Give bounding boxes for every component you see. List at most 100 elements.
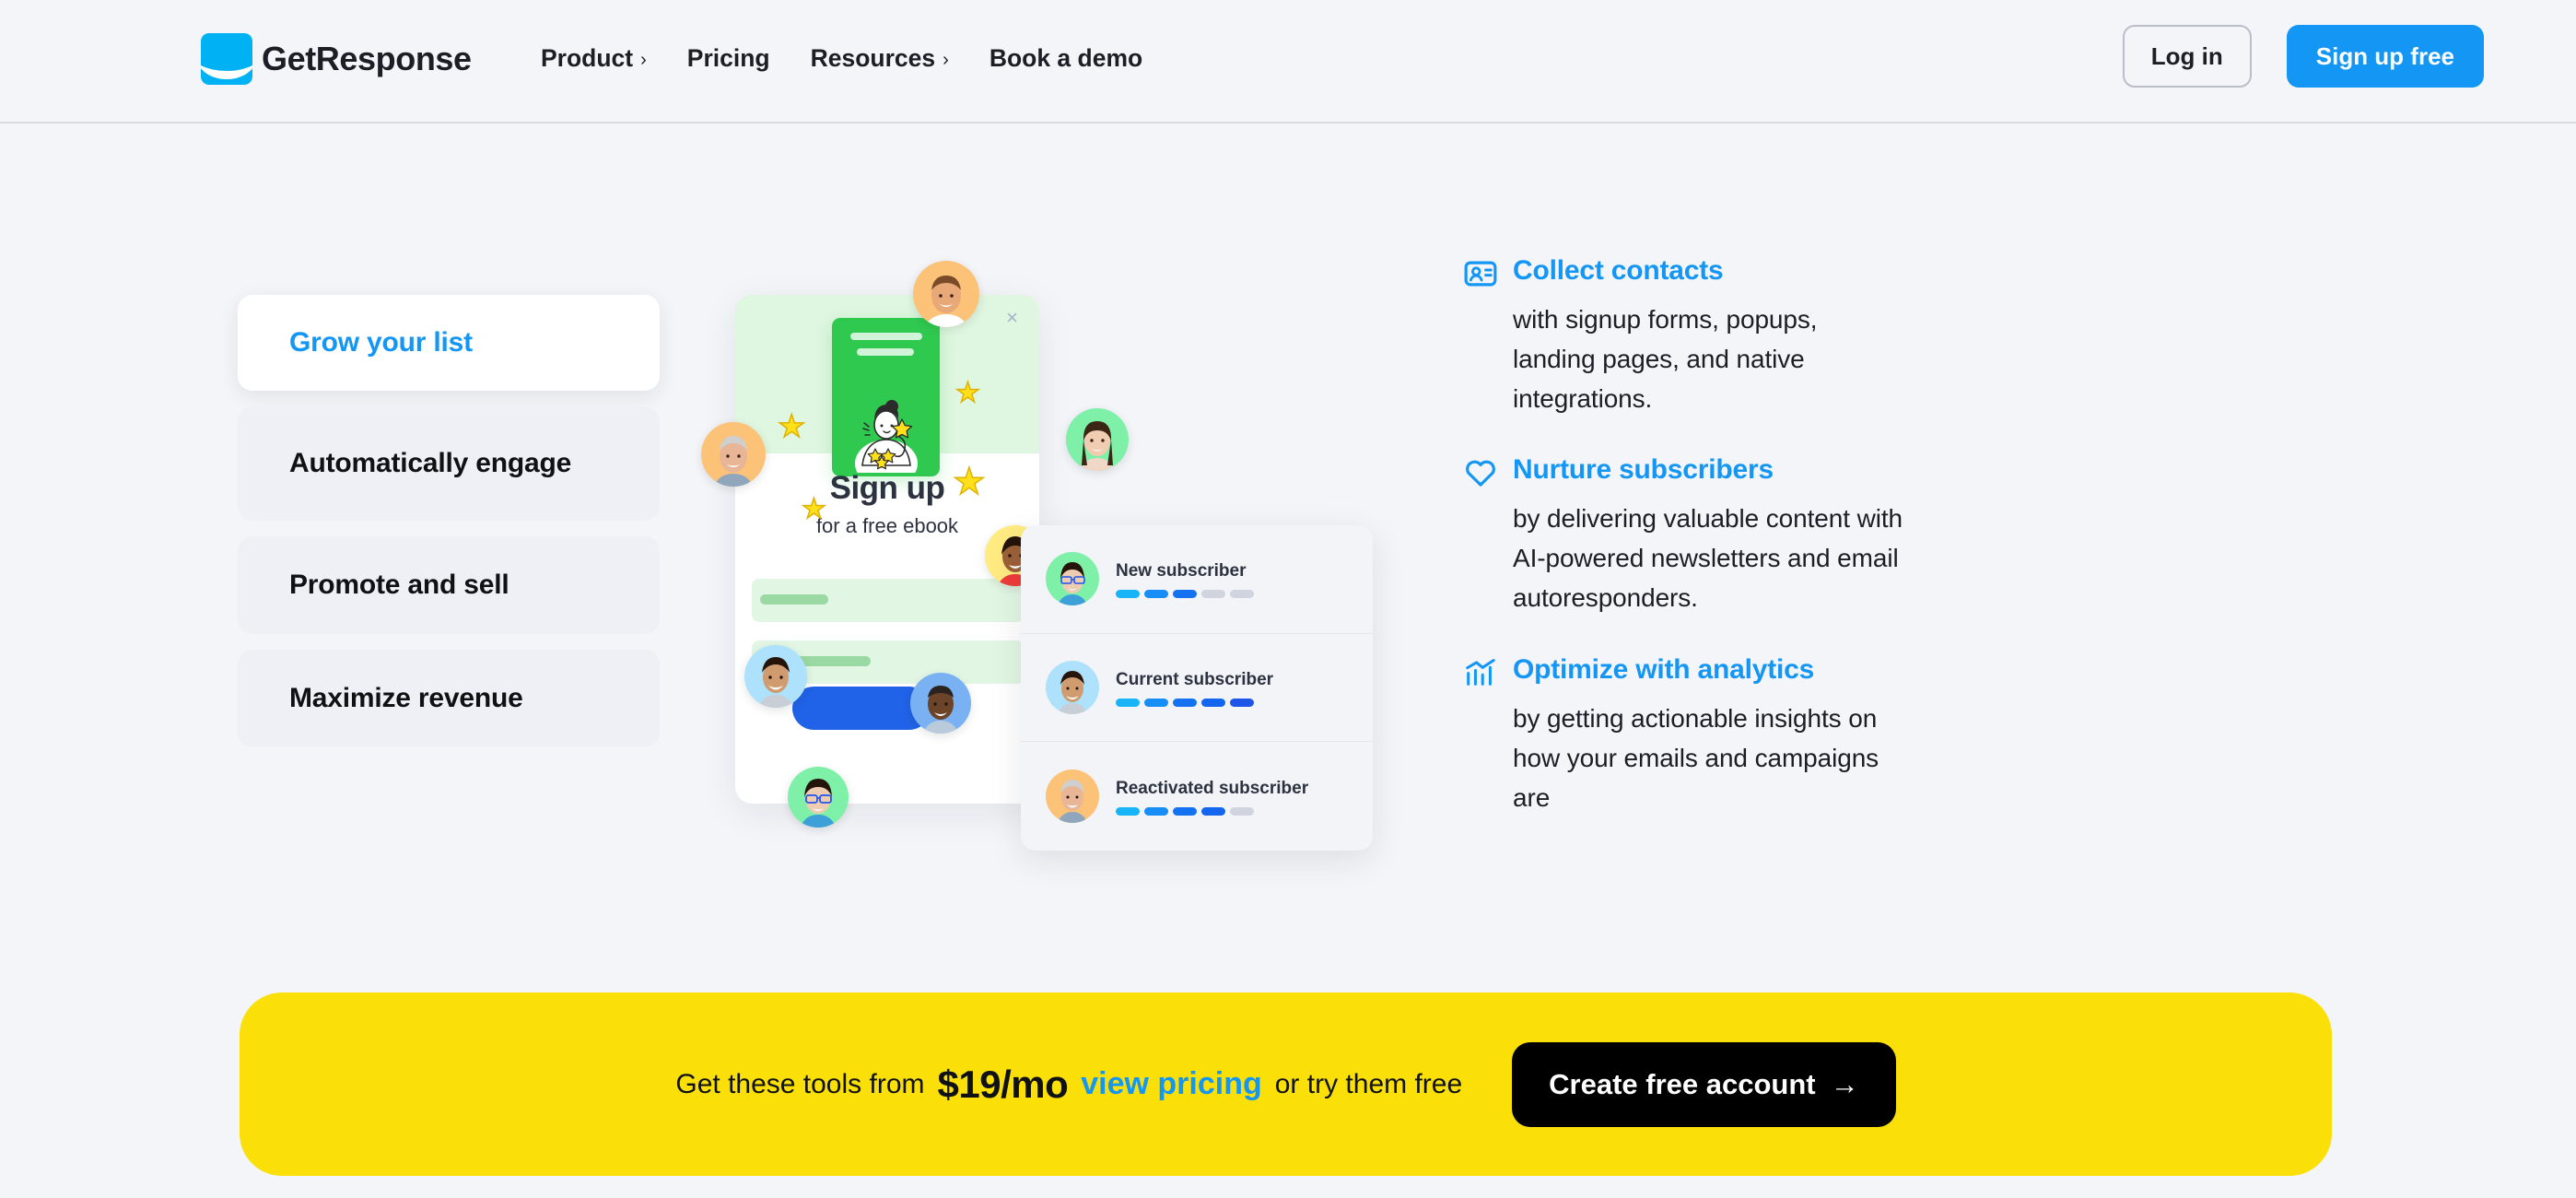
avatar xyxy=(744,645,807,708)
nav-item-product[interactable]: Product › xyxy=(521,37,667,80)
tab-promote-and-sell[interactable]: Promote and sell xyxy=(238,536,660,634)
subscriber-row[interactable]: Reactivated subscriber xyxy=(1021,742,1373,851)
subscriber-row[interactable]: New subscriber xyxy=(1021,525,1373,634)
chevron-right-icon: › xyxy=(943,49,949,70)
avatar-face xyxy=(757,657,794,708)
bar-segment xyxy=(1201,698,1225,707)
engagement-bars xyxy=(1116,590,1254,599)
bar-segment xyxy=(1173,698,1197,707)
avatar xyxy=(1066,408,1129,471)
signup-free-button[interactable]: Sign up free xyxy=(2286,25,2484,88)
close-icon[interactable]: × xyxy=(1006,308,1018,328)
bar-segment xyxy=(1116,698,1140,707)
feature-heading: Optimize with analytics xyxy=(1463,653,1905,690)
view-pricing-link[interactable]: view pricing xyxy=(1081,1066,1262,1102)
placeholder-line xyxy=(857,348,914,356)
avatar xyxy=(788,767,849,828)
bar-segment xyxy=(1144,698,1168,707)
bar-segment xyxy=(1201,590,1225,599)
engagement-bars xyxy=(1116,806,1308,816)
avatar xyxy=(1046,660,1099,714)
bar-segment xyxy=(1116,806,1140,816)
avatar-face xyxy=(924,276,968,327)
star-icon: ★ xyxy=(777,409,806,444)
bar-segment xyxy=(1230,590,1254,599)
placeholder-line xyxy=(850,333,922,340)
bar-segment xyxy=(1116,590,1140,599)
header-actions: Log in Sign up free xyxy=(2122,25,2484,88)
nav-item-pricing[interactable]: Pricing xyxy=(667,37,790,80)
feature-description: by delivering valuable content with AI-p… xyxy=(1513,504,1903,613)
create-free-account-button[interactable]: Create free account → xyxy=(1512,1041,1896,1127)
signup-form-illustration: × Sign up for a free ebook ★ ★ ★ ★ New s… xyxy=(682,240,1419,885)
nav-label: Product xyxy=(541,44,634,72)
star-icon: ★ xyxy=(954,378,980,408)
feature-heading: Nurture subscribers xyxy=(1463,453,1905,490)
person-with-stars-illustration xyxy=(854,400,918,473)
feature-nurture-subscribers: Nurture subscribers by delivering valuab… xyxy=(1463,453,1905,617)
avatar xyxy=(701,422,766,487)
logo[interactable]: GetResponse xyxy=(201,33,472,85)
feature-title: Optimize with analytics xyxy=(1513,653,1815,685)
tab-label: Maximize revenue xyxy=(289,683,523,714)
bottom-cta-bar: Get these tools from $19/mo view pricing… xyxy=(240,992,2332,1176)
cta-suffix-text: or try them free xyxy=(1274,1068,1463,1099)
bar-segment xyxy=(1173,590,1197,599)
logo-text: GetResponse xyxy=(262,40,472,77)
heart-icon xyxy=(1466,461,1495,487)
cta-price: $19/mo xyxy=(937,1062,1069,1106)
tab-maximize-revenue[interactable]: Maximize revenue xyxy=(238,650,660,747)
login-button[interactable]: Log in xyxy=(2122,25,2252,88)
feature-title: Nurture subscribers xyxy=(1513,454,1774,486)
chevron-right-icon: › xyxy=(640,49,647,70)
avatar-face xyxy=(713,436,754,487)
feature-description: with signup forms, popups, landing pages… xyxy=(1513,305,1818,413)
feature-description: by getting actionable insights on how yo… xyxy=(1513,703,1879,812)
nav-item-book-a-demo[interactable]: Book a demo xyxy=(969,37,1163,80)
subscriber-name: Reactivated subscriber xyxy=(1116,778,1309,798)
contact-card-icon xyxy=(1464,261,1497,287)
tab-label: Automatically engage xyxy=(289,448,572,479)
bar-segment xyxy=(1144,590,1168,599)
avatar xyxy=(1046,552,1099,606)
nav-label: Resources xyxy=(810,44,936,72)
site-header: GetResponse Product › Pricing Resources … xyxy=(0,0,2576,123)
avatar xyxy=(1046,769,1099,823)
cta-button-label: Create free account xyxy=(1549,1067,1816,1100)
main-nav: Product › Pricing Resources › Book a dem… xyxy=(521,37,1163,80)
tab-grow-your-list[interactable]: Grow your list xyxy=(238,295,660,391)
ebook-cover-panel xyxy=(832,318,940,476)
subscriber-info: Reactivated subscriber xyxy=(1116,777,1308,816)
feature-collect-contacts: Collect contacts with signup forms, popu… xyxy=(1463,254,1905,418)
avatar-face xyxy=(1079,421,1116,471)
cta-content: Get these tools from $19/mo view pricing… xyxy=(675,1041,1896,1127)
avatar-face xyxy=(800,779,837,828)
cta-prefix-text: Get these tools from xyxy=(675,1068,925,1099)
avatar-face xyxy=(922,686,959,734)
tab-automatically-engage[interactable]: Automatically engage xyxy=(238,406,660,521)
getresponse-envelope-icon xyxy=(201,33,252,85)
nav-label: Pricing xyxy=(686,44,770,72)
avatar-face xyxy=(1057,779,1088,823)
star-icon: ★ xyxy=(952,462,986,502)
tab-label: Promote and sell xyxy=(289,570,509,601)
avatar-face xyxy=(1057,562,1088,606)
feature-title: Collect contacts xyxy=(1513,255,1724,286)
signup-title: Sign up xyxy=(829,470,945,506)
bar-segment xyxy=(1201,806,1225,816)
engagement-bars xyxy=(1116,698,1273,707)
avatar-face xyxy=(1057,670,1088,714)
bar-segment xyxy=(1173,806,1197,816)
arrow-right-icon: → xyxy=(1830,1067,1859,1100)
subscriber-info: New subscriber xyxy=(1116,559,1254,599)
subscriber-name: Current subscriber xyxy=(1116,669,1274,689)
analytics-chart-icon xyxy=(1466,659,1495,686)
subscriber-list-card: New subscriber Current subscriber Reacti… xyxy=(1021,525,1373,851)
bar-segment xyxy=(1230,698,1254,707)
field-placeholder-bar xyxy=(760,594,828,605)
subscriber-info: Current subscriber xyxy=(1116,668,1273,707)
nav-item-resources[interactable]: Resources › xyxy=(790,37,969,80)
form-field-1[interactable] xyxy=(752,579,1025,622)
feature-heading: Collect contacts xyxy=(1463,254,1905,291)
subscriber-row[interactable]: Current subscriber xyxy=(1021,634,1373,743)
